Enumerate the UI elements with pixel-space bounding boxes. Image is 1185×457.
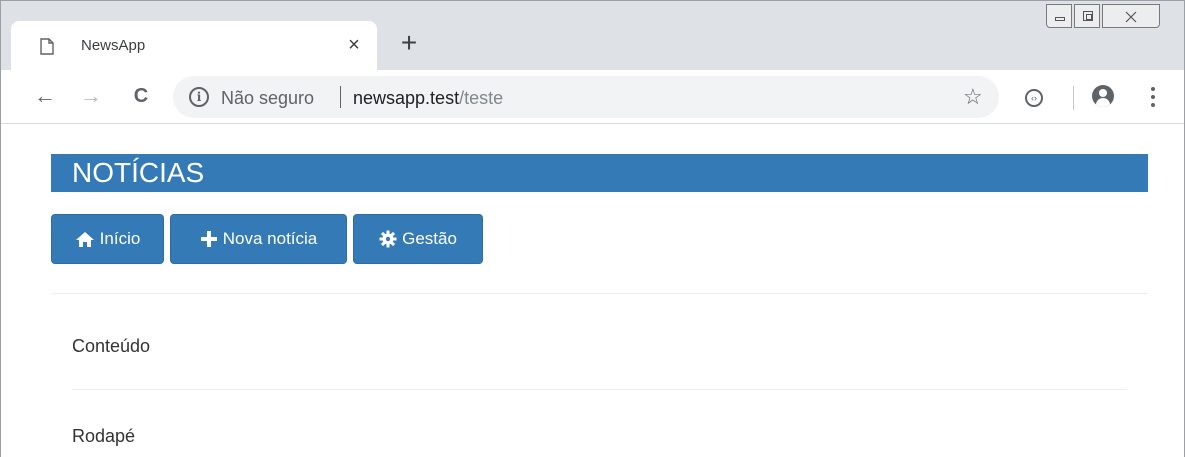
- gear-icon: [379, 230, 397, 248]
- new-article-button-label: Nova notícia: [222, 229, 318, 248]
- divider: [51, 293, 1148, 294]
- security-label: Não seguro: [221, 88, 315, 108]
- kebab-menu-icon[interactable]: [1145, 84, 1161, 110]
- minimize-button[interactable]: [1046, 4, 1072, 28]
- reload-button[interactable]: C: [129, 84, 153, 108]
- window-controls: [1046, 4, 1162, 32]
- tab-close-icon[interactable]: ×: [344, 33, 364, 57]
- url-host: newsapp.test: [353, 88, 460, 108]
- new-article-button[interactable]: Nova notícia: [170, 214, 347, 264]
- maximize-button[interactable]: [1074, 4, 1100, 28]
- address-bar[interactable]: i Não seguro newsapp.test/teste ☆: [173, 76, 999, 118]
- plus-icon: [200, 231, 217, 247]
- profile-avatar-icon[interactable]: [1092, 85, 1114, 107]
- close-icon: [1125, 11, 1137, 23]
- browser-toolbar: ← → C i Não seguro newsapp.test/teste ☆ …: [1, 70, 1184, 124]
- url-path: /teste: [459, 88, 504, 108]
- management-button-label: Gestão: [402, 229, 457, 248]
- footer-section: Rodapé: [72, 426, 136, 446]
- browser-window: NewsApp × + ← → C i Não seguro newsapp.t…: [0, 0, 1185, 457]
- restore-icon: [1083, 11, 1093, 21]
- browser-tab[interactable]: NewsApp ×: [11, 21, 377, 71]
- page-title: NOTÍCIAS: [51, 154, 1148, 192]
- toolbar-divider: [1073, 86, 1074, 110]
- tab-title: NewsApp: [81, 37, 146, 54]
- divider: [72, 389, 1127, 390]
- nav-button-row: Início Nova notícia Gestão: [51, 214, 483, 264]
- back-button[interactable]: ←: [33, 84, 57, 108]
- content-section: Conteúdo: [72, 336, 151, 356]
- home-button-label: Início: [99, 229, 141, 248]
- forward-button[interactable]: →: [79, 84, 103, 108]
- management-button[interactable]: Gestão: [353, 214, 483, 264]
- bookmark-star-icon[interactable]: ☆: [963, 84, 983, 110]
- close-window-button[interactable]: [1102, 4, 1160, 28]
- info-icon[interactable]: i: [189, 87, 209, 107]
- extension-icon[interactable]: ‹›: [1025, 89, 1043, 107]
- home-button[interactable]: Início: [51, 214, 164, 264]
- omnibox-divider: [340, 86, 341, 108]
- url-text[interactable]: newsapp.test/teste: [353, 88, 503, 109]
- new-tab-icon[interactable]: +: [395, 29, 423, 57]
- page-content: NOTÍCIAS Início Nova notícia Gestão Cont…: [1, 125, 1184, 457]
- home-icon: [75, 231, 94, 247]
- page-icon: [40, 38, 54, 55]
- tab-strip: NewsApp × +: [1, 0, 1184, 71]
- minimize-icon: [1055, 17, 1065, 21]
